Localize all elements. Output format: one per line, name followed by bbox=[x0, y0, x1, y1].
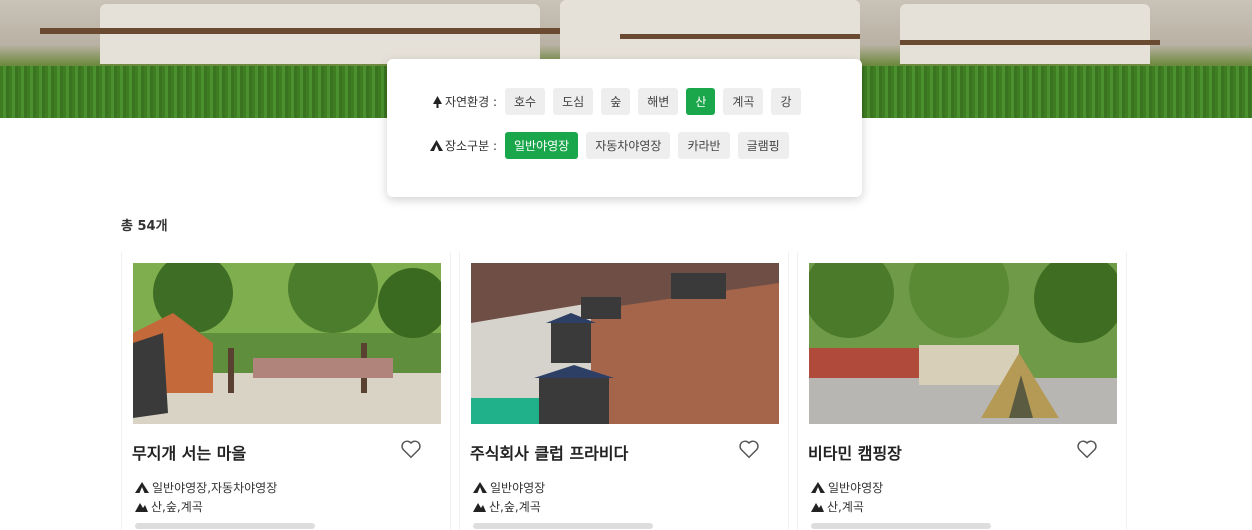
campsite-photo[interactable] bbox=[809, 263, 1117, 424]
campsite-type-text: 일반야영장 bbox=[490, 481, 546, 495]
campsite-type: 일반야영장 bbox=[811, 479, 883, 496]
faded-text bbox=[811, 523, 991, 529]
tree-icon bbox=[432, 95, 442, 108]
place-filter-chip[interactable]: 일반야영장 bbox=[505, 132, 579, 159]
tent-image bbox=[560, 0, 860, 62]
campsite-title[interactable]: 무지개 서는 마을 bbox=[132, 440, 246, 464]
campsite-card[interactable]: 비타민 캠핑장 일반야영장 산,계곡 bbox=[797, 252, 1127, 530]
deck-frame bbox=[620, 34, 860, 39]
campsite-photo[interactable] bbox=[133, 263, 441, 424]
place-filter-label-wrap: 장소구분 : bbox=[387, 137, 505, 154]
nature-filter-chip[interactable]: 계곡 bbox=[723, 88, 764, 115]
heart-icon[interactable] bbox=[400, 438, 422, 460]
heart-icon[interactable] bbox=[738, 438, 760, 460]
mountain-icon bbox=[135, 503, 148, 512]
nature-filter-chip[interactable]: 강 bbox=[771, 88, 801, 115]
place-chip-group: 일반야영장 자동차야영장 카라반 글램핑 bbox=[505, 132, 797, 159]
deck-frame bbox=[900, 40, 1160, 45]
nature-filter-chip[interactable]: 숲 bbox=[601, 88, 631, 115]
nature-filter-chip[interactable]: 호수 bbox=[505, 88, 546, 115]
tent-icon bbox=[429, 140, 443, 151]
campsite-env-text: 산,계곡 bbox=[827, 500, 864, 514]
place-filter-label: 장소구분 : bbox=[444, 139, 497, 153]
faded-text bbox=[135, 523, 315, 529]
campsite-type: 일반야영장 bbox=[473, 479, 545, 496]
mountain-icon bbox=[473, 503, 486, 512]
nature-chip-group: 호수 도심 숲 해변 산 계곡 강 bbox=[505, 88, 809, 115]
campsite-card[interactable]: 주식회사 클럽 프라비다 일반야영장 산,숲,계곡 bbox=[459, 252, 789, 530]
campsite-type-text: 일반야영장,자동차야영장 bbox=[152, 481, 278, 495]
campsite-type: 일반야영장,자동차야영장 bbox=[135, 479, 277, 496]
mountain-icon bbox=[811, 503, 824, 512]
tent-icon bbox=[811, 482, 825, 493]
nature-filter-chip[interactable]: 도심 bbox=[553, 88, 594, 115]
nature-filter-chip[interactable]: 해변 bbox=[638, 88, 679, 115]
filter-panel: 자연환경 : 호수 도심 숲 해변 산 계곡 강 장소구분 : 일반야영장 자동차야영장 카라반… bbox=[387, 59, 862, 197]
campsite-title[interactable]: 주식회사 클럽 프라비다 bbox=[470, 440, 628, 464]
campsite-env-text: 산,숲,계곡 bbox=[151, 500, 203, 514]
nature-filter-label: 자연환경 : bbox=[444, 95, 497, 109]
campsite-title[interactable]: 비타민 캠핑장 bbox=[808, 440, 902, 464]
tent-image bbox=[100, 4, 540, 64]
place-filter-chip[interactable]: 카라반 bbox=[678, 132, 730, 159]
place-filter-chip[interactable]: 글램핑 bbox=[737, 132, 789, 159]
place-filter-row: 장소구분 : 일반야영장 자동차야영장 카라반 글램핑 bbox=[387, 132, 797, 159]
campsite-type-text: 일반야영장 bbox=[828, 481, 884, 495]
result-count: 총 54개 bbox=[121, 219, 168, 234]
tent-image bbox=[900, 4, 1150, 64]
campsite-env: 산,숲,계곡 bbox=[135, 498, 203, 515]
campsite-env: 산,계곡 bbox=[811, 498, 864, 515]
place-filter-chip[interactable]: 자동차야영장 bbox=[586, 132, 671, 159]
campsite-env: 산,숲,계곡 bbox=[473, 498, 541, 515]
heart-icon[interactable] bbox=[1076, 438, 1098, 460]
faded-text bbox=[473, 523, 653, 529]
tent-icon bbox=[473, 482, 487, 493]
nature-filter-chip[interactable]: 산 bbox=[686, 88, 716, 115]
nature-filter-label-wrap: 자연환경 : bbox=[387, 93, 505, 110]
nature-filter-row: 자연환경 : 호수 도심 숲 해변 산 계곡 강 bbox=[387, 88, 809, 115]
deck-frame bbox=[40, 28, 560, 34]
tent-icon bbox=[135, 482, 149, 493]
campsite-photo[interactable] bbox=[471, 263, 779, 424]
campsite-env-text: 산,숲,계곡 bbox=[489, 500, 541, 514]
campsite-card[interactable]: 무지개 서는 마을 일반야영장,자동차야영장 산,숲,계곡 bbox=[121, 252, 451, 530]
